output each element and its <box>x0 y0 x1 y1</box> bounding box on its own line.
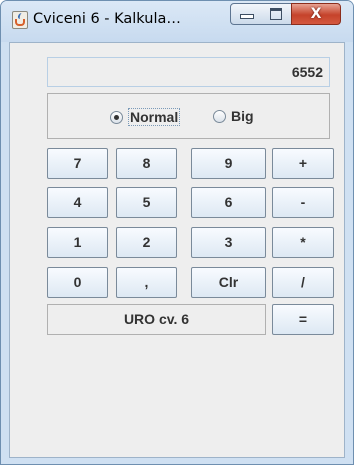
key-clear[interactable]: Clr <box>191 267 266 298</box>
java-cup-icon[interactable] <box>12 11 28 29</box>
key-plus[interactable]: + <box>272 148 334 179</box>
window-title: Cviceni 6 - Kalkula… <box>33 11 181 27</box>
key-minus[interactable]: - <box>272 187 334 218</box>
key-equals[interactable]: = <box>272 304 334 335</box>
radio-big-circle[interactable] <box>213 109 226 123</box>
key-7[interactable]: 7 <box>47 148 108 179</box>
radio-big[interactable]: Big <box>213 108 254 124</box>
key-multiply[interactable]: * <box>272 227 334 258</box>
key-2[interactable]: 2 <box>116 227 177 258</box>
radio-normal-label: Normal <box>128 108 181 126</box>
title-bar[interactable]: Cviceni 6 - Kalkula… X <box>1 1 353 42</box>
key-3[interactable]: 3 <box>191 227 266 258</box>
key-5[interactable]: 5 <box>116 187 177 218</box>
calculator-window: Cviceni 6 - Kalkula… X 6552 Normal Big 7… <box>0 0 354 465</box>
key-1[interactable]: 1 <box>47 227 108 258</box>
radio-normal[interactable]: Normal <box>110 108 181 126</box>
key-comma[interactable]: , <box>116 267 177 298</box>
key-4[interactable]: 4 <box>47 187 108 218</box>
key-0[interactable]: 0 <box>47 267 108 298</box>
minimize-button[interactable] <box>230 3 262 25</box>
result-display: 6552 <box>47 57 330 87</box>
key-6[interactable]: 6 <box>191 187 266 218</box>
radio-big-label: Big <box>231 108 254 124</box>
radio-normal-circle[interactable] <box>110 110 123 124</box>
footer-label: URO cv. 6 <box>47 304 266 335</box>
close-icon: X <box>310 6 322 22</box>
maximize-icon <box>270 8 282 20</box>
minimize-icon <box>240 14 254 19</box>
maximize-button[interactable] <box>261 3 292 25</box>
key-9[interactable]: 9 <box>191 148 266 179</box>
mode-panel: Normal Big <box>47 93 330 139</box>
radio-selected-dot <box>114 114 119 120</box>
key-8[interactable]: 8 <box>116 148 177 179</box>
key-divide[interactable]: / <box>272 267 334 298</box>
close-button[interactable]: X <box>291 3 341 25</box>
display-value: 6552 <box>291 64 323 80</box>
